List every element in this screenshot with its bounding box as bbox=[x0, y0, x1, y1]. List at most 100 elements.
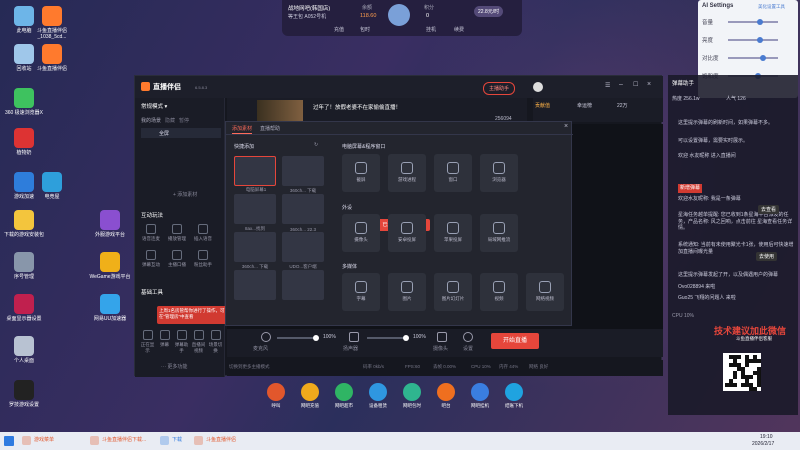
microphone-icon[interactable] bbox=[261, 332, 271, 342]
dock-item[interactable]: 网吧包时 bbox=[398, 383, 426, 409]
tool-button[interactable]: 粉丝助手 bbox=[193, 250, 213, 268]
tool-button[interactable]: 插入语音 bbox=[193, 224, 213, 242]
tool-button[interactable]: 弹幕互动 bbox=[141, 250, 161, 268]
media-source[interactable]: 图片幻灯片 bbox=[434, 273, 472, 311]
quick-add-thumbnail[interactable]: 电脑屏幕1 bbox=[234, 156, 276, 192]
contribution-label[interactable]: 贡献值 bbox=[535, 102, 550, 109]
refresh-icon[interactable]: ↻ bbox=[314, 142, 318, 148]
quick-add-thumbnail[interactable]: UDO...客户端 bbox=[282, 232, 324, 269]
close-icon[interactable]: × bbox=[647, 81, 651, 88]
desktop-icon[interactable]: 个人桌面 bbox=[2, 336, 46, 364]
desktop-icon[interactable]: 斗鱼直播伴侣 bbox=[30, 44, 74, 72]
user-avatar[interactable] bbox=[533, 82, 543, 92]
footer-link[interactable]: 切换到更多主播模式 bbox=[229, 364, 270, 370]
tool-button[interactable]: 播放管理 bbox=[167, 224, 187, 242]
gear-icon[interactable] bbox=[463, 332, 473, 342]
renew-button[interactable]: 续费 bbox=[454, 26, 464, 33]
tab-help[interactable]: 直播帮助 bbox=[260, 125, 280, 132]
dock-item[interactable]: 结账下机 bbox=[500, 383, 528, 409]
more-functions[interactable]: ··· 更多功能 bbox=[161, 363, 187, 370]
start-live-button[interactable]: 开始直播 bbox=[491, 333, 539, 349]
tool-button[interactable]: 主播口播 bbox=[167, 250, 187, 268]
desktop-icon[interactable]: 外服游戏平台 bbox=[88, 210, 132, 238]
quick-add-thumbnail[interactable]: 8ax...找到 bbox=[234, 194, 276, 231]
mode-selector[interactable]: 常规模式 ▾ bbox=[141, 102, 167, 110]
device-source[interactable]: 苹果投屏 bbox=[434, 214, 472, 252]
dock-item[interactable]: 吧台 bbox=[432, 383, 460, 409]
quick-add-thumbnail[interactable]: 360ch... 下载 bbox=[282, 156, 324, 193]
media-source[interactable]: 图片 bbox=[388, 273, 426, 311]
settings-slider-knob[interactable] bbox=[756, 19, 763, 25]
desktop-icon[interactable]: 网易UU加速器 bbox=[88, 294, 132, 322]
quick-add-thumbnail[interactable]: 360ch... 下载 bbox=[234, 232, 276, 269]
device-source[interactable]: 摄像头 bbox=[342, 214, 380, 252]
settings-slider[interactable] bbox=[728, 19, 778, 25]
dock-item[interactable]: 呼叫 bbox=[262, 383, 290, 409]
screen-source[interactable]: 截屏 bbox=[342, 154, 380, 192]
source-tab-hide[interactable]: 隐藏 bbox=[165, 117, 175, 124]
dock-item[interactable]: 网吧挂机 bbox=[466, 383, 494, 409]
screen-source[interactable]: 游戏进程 bbox=[388, 154, 426, 192]
desktop-icon[interactable]: 罗技游戏设置 bbox=[2, 380, 46, 408]
basic-tool-button[interactable]: 正在显示 bbox=[139, 330, 156, 354]
desktop-icon[interactable]: 电竞屋 bbox=[30, 172, 74, 200]
mic-slider-knob[interactable] bbox=[313, 335, 319, 341]
media-source[interactable]: 字幕 bbox=[342, 273, 380, 311]
settings-slider[interactable] bbox=[728, 37, 778, 43]
desktop-icon[interactable]: 斗鱼直播伴侣_1038_5cd... bbox=[30, 6, 74, 40]
taskbar-item-download[interactable]: 下载 bbox=[160, 436, 182, 447]
quick-add-thumbnail[interactable]: 360ch... 22.3 bbox=[282, 194, 324, 232]
taskbar-item-download-page[interactable]: 斗鱼直播伴侣下载... bbox=[90, 436, 146, 447]
quick-add-thumbnail[interactable] bbox=[234, 270, 276, 300]
mic-slider[interactable] bbox=[277, 335, 319, 341]
scene-tab[interactable]: 我的场景 bbox=[141, 117, 161, 124]
desktop-icon[interactable]: 植物奶 bbox=[2, 128, 46, 156]
desktop-icon[interactable]: 下载的游戏安装包 bbox=[2, 210, 46, 238]
quick-add-thumbnail[interactable] bbox=[282, 270, 324, 300]
desktop-icon[interactable]: 序号管理 bbox=[2, 252, 46, 280]
basic-tool-button[interactable]: 直播间视频 bbox=[190, 330, 207, 354]
recharge-button[interactable]: 充值 bbox=[334, 26, 344, 33]
avatar[interactable] bbox=[388, 4, 410, 26]
screen-source[interactable]: 窗口 bbox=[434, 154, 472, 192]
use-card-button[interactable]: 去使用 bbox=[756, 252, 778, 261]
media-source[interactable]: 视频 bbox=[480, 273, 518, 311]
windows-start-icon[interactable] bbox=[4, 436, 14, 446]
device-source[interactable]: 局域网推流 bbox=[480, 214, 518, 252]
media-source[interactable]: 网络视频 bbox=[526, 273, 564, 311]
screen-source[interactable]: 浏览器 bbox=[480, 154, 518, 192]
desktop-icon[interactable]: 360 极速浏览器X bbox=[2, 88, 46, 116]
desktop-icon[interactable]: 桌面显示器设置 bbox=[2, 294, 46, 322]
speaker-slider-knob[interactable] bbox=[403, 335, 409, 341]
camera-icon[interactable] bbox=[437, 332, 447, 342]
clock-date[interactable]: 2026/2/17 bbox=[752, 441, 774, 447]
dialog-close-icon[interactable]: × bbox=[564, 123, 568, 130]
minimize-icon[interactable]: – bbox=[619, 81, 623, 88]
desktop-icon[interactable]: WeGame游戏平台 bbox=[88, 252, 132, 280]
basic-tool-button[interactable]: 弹幕 bbox=[156, 330, 173, 348]
taskbar-item-douyu[interactable]: 斗鱼直播伴侣 bbox=[194, 436, 236, 447]
taskbar-item-menu[interactable]: 游戏菜单 bbox=[22, 436, 54, 447]
menu-icon[interactable]: ☰ bbox=[605, 82, 610, 89]
scene-item[interactable]: 全屏 bbox=[141, 128, 221, 138]
dock-item[interactable]: 网吧充值 bbox=[296, 383, 324, 409]
device-source[interactable]: 安卓投屏 bbox=[388, 214, 426, 252]
speaker-slider[interactable] bbox=[367, 335, 409, 341]
settings-slider-knob[interactable] bbox=[760, 55, 766, 61]
settings-subtitle[interactable]: 美化设置工具 bbox=[758, 4, 785, 10]
stream-title[interactable]: 过年了！放假老婆不在家偷偷直播！ bbox=[313, 103, 401, 111]
maximize-icon[interactable]: ☐ bbox=[633, 81, 638, 88]
time-package-button[interactable]: 包时 bbox=[360, 26, 370, 33]
view-task-button[interactable]: 去查看 bbox=[758, 205, 780, 214]
hangup-button[interactable]: 挂机 bbox=[426, 26, 436, 33]
source-tab-pause[interactable]: 暂停 bbox=[179, 117, 189, 124]
settings-slider-knob[interactable] bbox=[756, 37, 763, 43]
clock-time[interactable]: 19:10 bbox=[760, 434, 773, 440]
dock-item[interactable]: 设备租赁 bbox=[364, 383, 392, 409]
tab-add-source[interactable]: 添加素材 bbox=[232, 125, 253, 134]
add-source-button[interactable]: + 添加素材 bbox=[173, 191, 197, 198]
admin-tip[interactable]: 上周1名房管帮你进行了操作，可在“管理房”中查看 bbox=[157, 306, 227, 324]
topic-button[interactable]: 主播助手 bbox=[483, 82, 516, 95]
tool-button[interactable]: 语音连麦 bbox=[141, 224, 161, 242]
basic-tool-button[interactable]: 场景切换 bbox=[207, 330, 224, 354]
